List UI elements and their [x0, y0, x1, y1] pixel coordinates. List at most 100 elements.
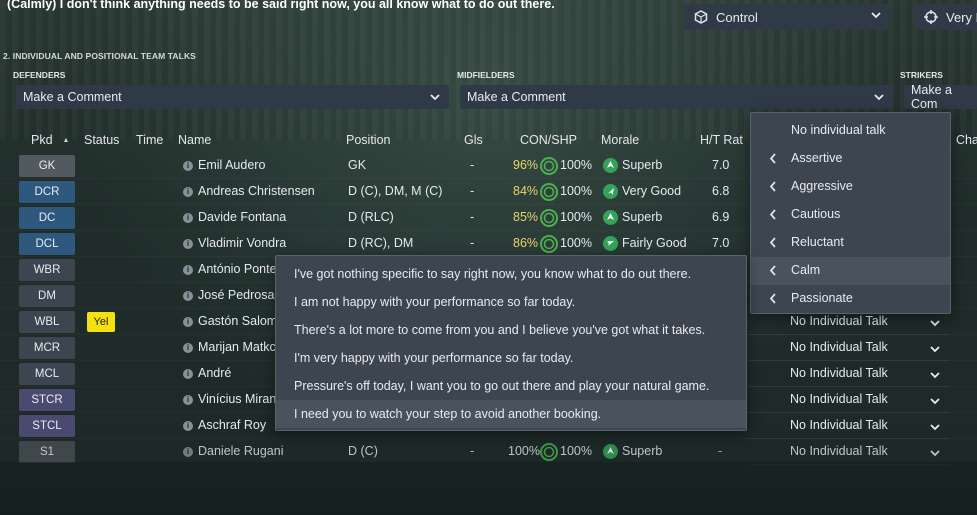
player-name[interactable]: Andreas Christensen	[198, 184, 315, 198]
midfielders-comment-dropdown[interactable]: Make a Comment	[460, 85, 893, 109]
individual-talk-dropdown[interactable]: No Individual Talk	[749, 387, 949, 413]
position-badge[interactable]: STCR	[19, 389, 75, 411]
player-name[interactable]: Davide Fontana	[198, 210, 286, 224]
info-icon[interactable]: i	[183, 187, 193, 197]
player-name[interactable]: António Ponte	[198, 262, 277, 276]
col-position[interactable]: Position	[346, 133, 390, 147]
chevron-down-icon	[874, 94, 884, 101]
individual-talk-dropdown[interactable]: No Individual Talk	[749, 335, 949, 361]
player-rating: 7.0	[712, 236, 730, 250]
tone-menu: No individual talk Assertive Aggressive Ca…	[750, 112, 951, 314]
tone-item-label: Calm	[791, 263, 821, 277]
player-name[interactable]: Daniele Rugani	[198, 444, 283, 458]
individual-talk-dropdown[interactable]: No Individual Talk	[749, 361, 949, 387]
player-name[interactable]: Gastón Salom	[198, 314, 277, 328]
info-icon[interactable]: i	[183, 161, 193, 171]
individual-talk-value: No Individual Talk	[790, 392, 888, 406]
col-cha[interactable]: Cha	[956, 133, 977, 147]
player-goals: -	[470, 184, 475, 198]
tone-item-aggressive[interactable]: Aggressive	[751, 173, 950, 201]
morale-arrow-icon	[603, 210, 618, 225]
chevron-down-icon	[930, 398, 940, 405]
individual-talk-value: No Individual Talk	[790, 418, 888, 432]
position-badge[interactable]: DCL	[19, 233, 75, 255]
tone-item-calm[interactable]: Calm	[751, 257, 950, 285]
info-icon[interactable]: i	[183, 213, 193, 223]
defenders-comment-dropdown[interactable]: Make a Comment	[16, 85, 449, 109]
comment-option[interactable]: There's a lot more to come from you and …	[276, 316, 746, 344]
position-badge[interactable]: MCR	[19, 337, 75, 359]
comment-menu: I've got nothing specific to say right n…	[275, 255, 747, 431]
col-con-shp[interactable]: CON/SHP	[520, 133, 577, 147]
chevron-down-icon	[871, 12, 881, 19]
tone-item-cautious[interactable]: Cautious	[751, 201, 950, 229]
col-pkd[interactable]: Pkd ▲	[31, 133, 69, 147]
info-icon[interactable]: i	[183, 421, 193, 431]
player-name[interactable]: Aschraf Roy	[198, 418, 266, 432]
section-title: 2. INDIVIDUAL AND POSITIONAL TEAM TALKS	[3, 51, 196, 61]
position-badge[interactable]: WBR	[19, 259, 75, 281]
defenders-comment-value: Make a Comment	[23, 90, 122, 104]
col-gls[interactable]: Gls	[464, 133, 483, 147]
player-goals: -	[470, 158, 475, 172]
position-badge[interactable]: DC	[19, 207, 75, 229]
position-badge[interactable]: MCL	[19, 363, 75, 385]
chevron-left-icon	[769, 237, 776, 248]
chevron-left-icon	[769, 293, 776, 304]
player-goals: -	[470, 236, 475, 250]
info-icon[interactable]: i	[183, 239, 193, 249]
tone-item-assertive[interactable]: Assertive	[751, 145, 950, 173]
tone-item-none[interactable]: No individual talk	[751, 117, 950, 145]
player-sharpness: 100%	[560, 184, 592, 198]
player-condition: 96%	[513, 158, 539, 172]
strikers-comment-dropdown[interactable]: Make a Com	[904, 83, 977, 111]
comment-option[interactable]: Pressure's off today, I want you to go o…	[276, 372, 746, 400]
player-sharpness: 100%	[560, 236, 592, 250]
player-sharpness: 100%	[560, 444, 592, 458]
position-badge[interactable]: DCR	[19, 181, 75, 203]
individual-talk-value: No Individual Talk	[790, 366, 888, 380]
col-ht-rat[interactable]: H/T Rat	[700, 133, 743, 147]
player-sharpness: 100%	[560, 158, 592, 172]
sort-up-icon: ▲	[62, 137, 70, 144]
comment-option[interactable]: I've got nothing specific to say right n…	[276, 260, 746, 288]
info-icon[interactable]: i	[183, 447, 193, 457]
col-morale[interactable]: Morale	[601, 133, 639, 147]
info-icon[interactable]: i	[183, 369, 193, 379]
player-rating: 6.9	[712, 210, 730, 224]
player-name[interactable]: André	[198, 366, 231, 380]
col-name[interactable]: Name	[178, 133, 211, 147]
bottom-shade	[0, 462, 977, 515]
player-name[interactable]: Vinícius Miran	[198, 392, 276, 406]
player-condition: 86%	[513, 236, 539, 250]
condition-ring-icon	[539, 442, 559, 462]
comment-option[interactable]: I'm very happy with your performance so …	[276, 344, 746, 372]
position-badge[interactable]: WBL	[19, 311, 75, 333]
strikers-comment-value: Make a Com	[911, 83, 952, 111]
position-badge[interactable]: S1	[19, 441, 75, 463]
col-time[interactable]: Time	[136, 133, 163, 147]
tone-item-passionate[interactable]: Passionate	[751, 285, 950, 313]
position-badge[interactable]: DM	[19, 285, 75, 307]
info-icon[interactable]: i	[183, 317, 193, 327]
player-name[interactable]: Marijan Matkc	[198, 340, 276, 354]
player-position: D (RLC)	[348, 210, 394, 224]
info-icon[interactable]: i	[183, 395, 193, 405]
comment-option[interactable]: I am not happy with your performance so …	[276, 288, 746, 316]
individual-talk-value: No Individual Talk	[790, 340, 888, 354]
info-icon[interactable]: i	[183, 343, 193, 353]
individual-talk-dropdown[interactable]: No Individual Talk	[749, 413, 949, 439]
condition-ring-icon	[539, 234, 559, 254]
control-dropdown[interactable]: Control	[684, 4, 890, 30]
player-name[interactable]: José Pedrosa	[198, 288, 274, 302]
info-icon[interactable]: i	[183, 265, 193, 275]
info-icon[interactable]: i	[183, 291, 193, 301]
position-badge[interactable]: GK	[19, 155, 75, 177]
player-name[interactable]: Emil Audero	[198, 158, 265, 172]
position-badge[interactable]: STCL	[19, 415, 75, 437]
comment-option[interactable]: I need you to watch your step to avoid a…	[276, 400, 746, 428]
player-name[interactable]: Vladimir Vondra	[198, 236, 286, 250]
col-status[interactable]: Status	[84, 133, 119, 147]
intensity-dropdown[interactable]: Very F	[914, 4, 977, 30]
tone-item-reluctant[interactable]: Reluctant	[751, 229, 950, 257]
